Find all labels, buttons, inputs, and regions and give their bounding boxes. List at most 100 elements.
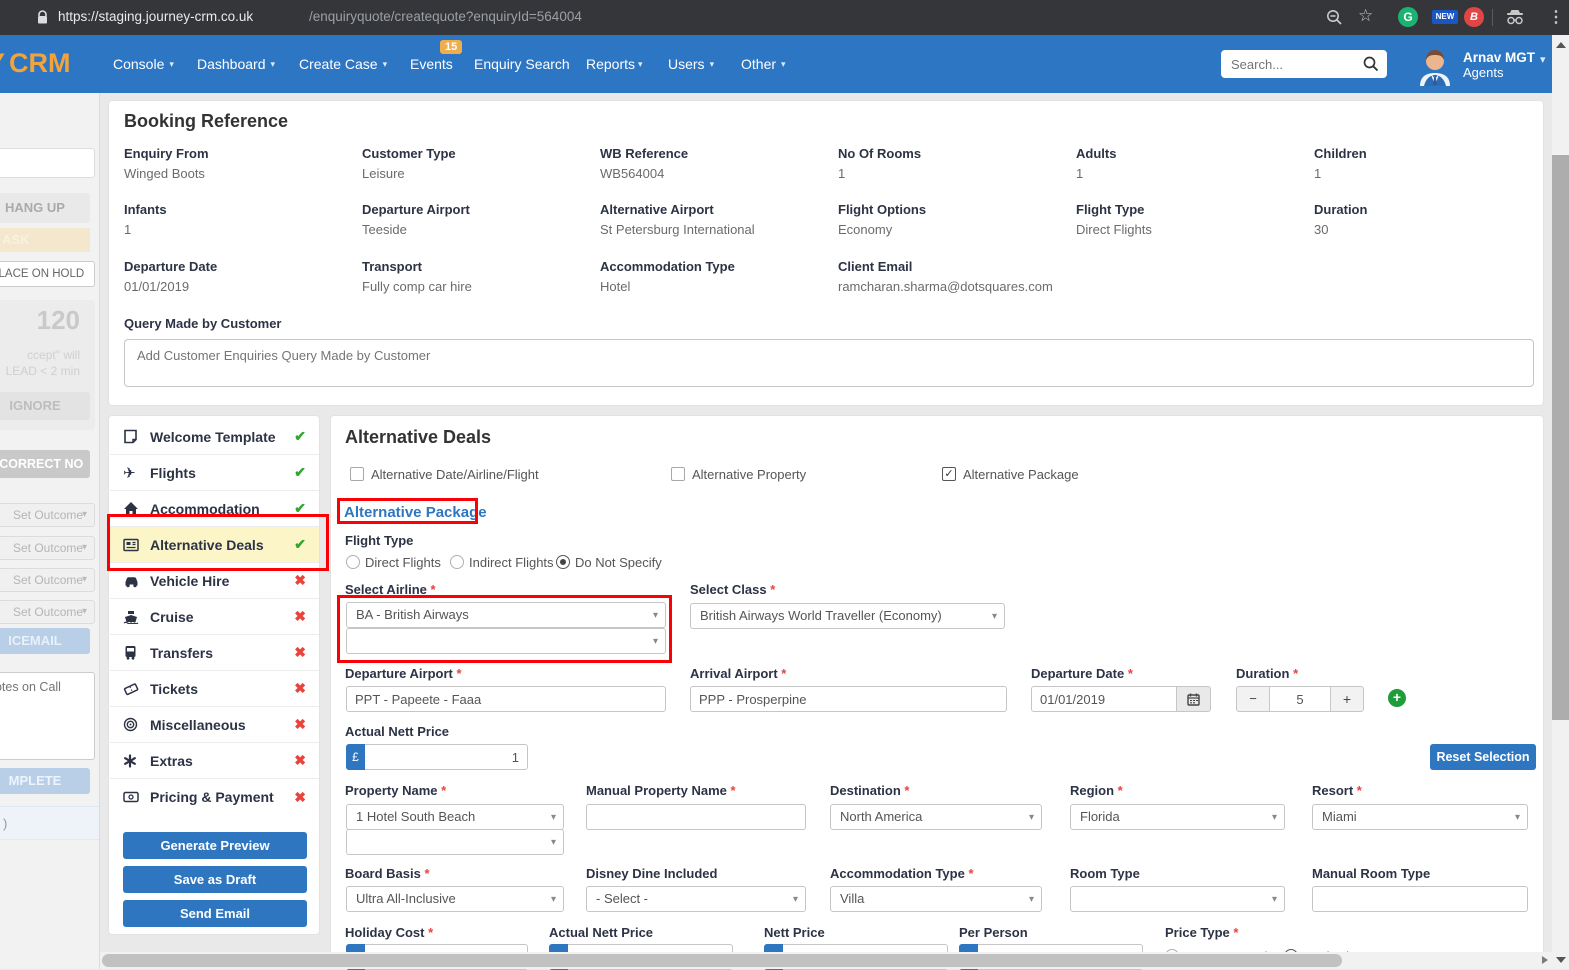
alt-date-airline-flight-checkbox[interactable] <box>350 467 364 481</box>
menu-item-flights[interactable]: ✈ Flights ✔ <box>110 455 319 491</box>
departure-airport-input[interactable] <box>346 686 666 712</box>
do-not-specify-radio[interactable] <box>556 555 570 569</box>
arrival-airport-input[interactable] <box>690 686 1007 712</box>
actual-nett-price-input[interactable] <box>364 744 528 770</box>
nav-item-dashboard[interactable]: Dashboard <box>197 35 275 93</box>
departure-date-input[interactable] <box>1031 686 1177 712</box>
reset-selection-button[interactable]: Reset Selection <box>1430 744 1536 770</box>
vertical-scrollbar-thumb[interactable] <box>1552 155 1569 720</box>
alt-package-checkbox[interactable]: ✓ <box>942 467 956 481</box>
nav-item-users[interactable]: Users <box>668 35 714 93</box>
disney-dine-select[interactable]: - Select - <box>586 886 806 912</box>
airline-select[interactable]: BA - British Airways <box>346 602 666 628</box>
add-row-icon[interactable]: + <box>1388 689 1406 707</box>
new-extension-icon[interactable]: NEW <box>1432 10 1458 24</box>
ignore-button[interactable]: IGNORE <box>0 392 90 420</box>
voicemail-button[interactable]: ICEMAIL <box>0 628 90 654</box>
user-name[interactable]: Arnav MGT <box>1463 50 1535 65</box>
menu-item-accommodation[interactable]: Accommodation ✔ <box>110 491 319 527</box>
query-textarea[interactable] <box>124 339 1534 387</box>
user-menu-chevron-icon[interactable] <box>1540 53 1546 66</box>
menu-item-alternative-deals[interactable]: Alternative Deals ✔ <box>110 527 319 563</box>
departure-date-label: Departure Date <box>1031 666 1133 681</box>
menu-item-cruise[interactable]: Cruise ✖ <box>110 599 319 635</box>
url-path[interactable]: /enquiryquote/createquote?enquiryId=5640… <box>309 9 582 24</box>
incorrect-no-button[interactable]: INCORRECT NO <box>0 450 90 478</box>
generate-preview-button[interactable]: Generate Preview <box>123 832 307 859</box>
menu-item-transfers[interactable]: Transfers ✖ <box>110 635 319 671</box>
nav-item-create-case[interactable]: Create Case <box>299 35 387 93</box>
scroll-right-arrow-icon[interactable] <box>1542 956 1548 964</box>
menu-item-vehicle-hire[interactable]: Vehicle Hire ✖ <box>110 563 319 599</box>
duration-minus-button[interactable]: − <box>1236 686 1270 712</box>
field-value: ramcharan.sharma@dotsquares.com <box>838 279 1053 294</box>
send-email-button[interactable]: Send Email <box>123 900 307 927</box>
url-host[interactable]: https://staging.journey-crm.co.uk <box>58 9 253 24</box>
set-outcome-dropdown[interactable]: Set Outcome <box>0 600 95 624</box>
destination-select[interactable]: North America <box>830 804 1042 830</box>
class-select[interactable]: British Airways World Traveller (Economy… <box>690 603 1005 629</box>
property-name-select[interactable]: 1 Hotel South Beach <box>346 804 564 830</box>
horizontal-scrollbar-thumb[interactable] <box>102 954 1342 967</box>
property-name-select-2[interactable] <box>346 829 564 855</box>
scroll-down-arrow-icon[interactable] <box>1556 957 1566 963</box>
menu-item-miscellaneous[interactable]: Miscellaneous ✖ <box>110 707 319 743</box>
place-on-hold-button[interactable]: PLACE ON HOLD <box>0 261 95 287</box>
hang-up-button[interactable]: HANG UP <box>0 193 90 223</box>
b-extension-icon[interactable]: B <box>1464 7 1484 27</box>
zoom-icon[interactable] <box>1326 9 1343 26</box>
set-outcome-dropdown[interactable]: Set Outcome <box>0 536 95 560</box>
room-type-select[interactable] <box>1070 886 1285 912</box>
airline-select-2[interactable] <box>346 628 666 654</box>
manual-room-type-input[interactable] <box>1312 886 1528 912</box>
bookmark-star-icon[interactable]: ☆ <box>1358 6 1373 26</box>
duration-input[interactable] <box>1269 686 1331 712</box>
select-class-label: Select Class <box>690 582 775 597</box>
calendar-button[interactable] <box>1176 686 1211 712</box>
vertical-scrollbar[interactable] <box>1552 35 1569 969</box>
ship-icon <box>123 609 141 624</box>
call-number-input[interactable] <box>0 148 95 178</box>
checkbox-label: Alternative Package <box>963 467 1079 482</box>
banknote-icon <box>123 791 141 803</box>
app-logo-partial: Y <box>0 48 5 79</box>
alt-property-checkbox[interactable] <box>671 467 685 481</box>
menu-item-pricing-payment[interactable]: Pricing & Payment ✖ <box>110 779 319 815</box>
nav-item-console[interactable]: Console <box>113 35 174 93</box>
manual-property-name-input[interactable] <box>586 804 806 830</box>
complete-button[interactable]: MPLETE <box>0 768 90 794</box>
horizontal-scrollbar[interactable] <box>100 952 1552 969</box>
departure-airport-label: Departure Airport <box>345 666 462 681</box>
collapsed-row-text: ) <box>3 816 7 831</box>
set-outcome-dropdown[interactable]: Set Outcome <box>0 503 95 527</box>
avatar[interactable] <box>1418 48 1452 86</box>
scroll-up-arrow-icon[interactable] <box>1556 42 1566 48</box>
grammarly-extension-icon[interactable]: G <box>1398 7 1418 27</box>
call-notes-textarea[interactable] <box>0 672 95 760</box>
field-label: Children <box>1314 146 1367 161</box>
nav-item-enquiry-search[interactable]: Enquiry Search <box>474 35 570 93</box>
cross-icon: ✖ <box>294 789 306 806</box>
browser-menu-icon[interactable]: ⋮ <box>1548 7 1564 27</box>
duration-plus-button[interactable]: + <box>1330 686 1364 712</box>
save-as-draft-button[interactable]: Save as Draft <box>123 866 307 893</box>
indirect-flights-radio[interactable] <box>450 555 464 569</box>
quote-sections-menu: Welcome Template ✔ ✈ Flights ✔ Accommoda… <box>108 415 320 935</box>
menu-item-welcome-template[interactable]: Welcome Template ✔ <box>110 419 319 455</box>
direct-flights-radio[interactable] <box>346 555 360 569</box>
nav-item-other[interactable]: Other <box>741 35 786 93</box>
set-outcome-dropdown[interactable]: Set Outcome <box>0 568 95 592</box>
resort-select[interactable]: Miami <box>1312 804 1528 830</box>
region-select[interactable]: Florida <box>1070 804 1285 830</box>
asterisk-icon <box>123 754 141 768</box>
board-basis-select[interactable]: Ultra All-Inclusive <box>346 886 564 912</box>
field-label: Infants <box>124 202 167 217</box>
search-input[interactable] <box>1221 50 1359 78</box>
field-value: Hotel <box>600 279 630 294</box>
search-icon[interactable] <box>1363 56 1379 72</box>
accommodation-type-select[interactable]: Villa <box>830 886 1042 912</box>
menu-item-tickets[interactable]: Tickets ✖ <box>110 671 319 707</box>
menu-item-extras[interactable]: Extras ✖ <box>110 743 319 779</box>
nav-item-reports[interactable]: Reports <box>586 35 643 93</box>
nett-price-label: Nett Price <box>764 925 825 940</box>
